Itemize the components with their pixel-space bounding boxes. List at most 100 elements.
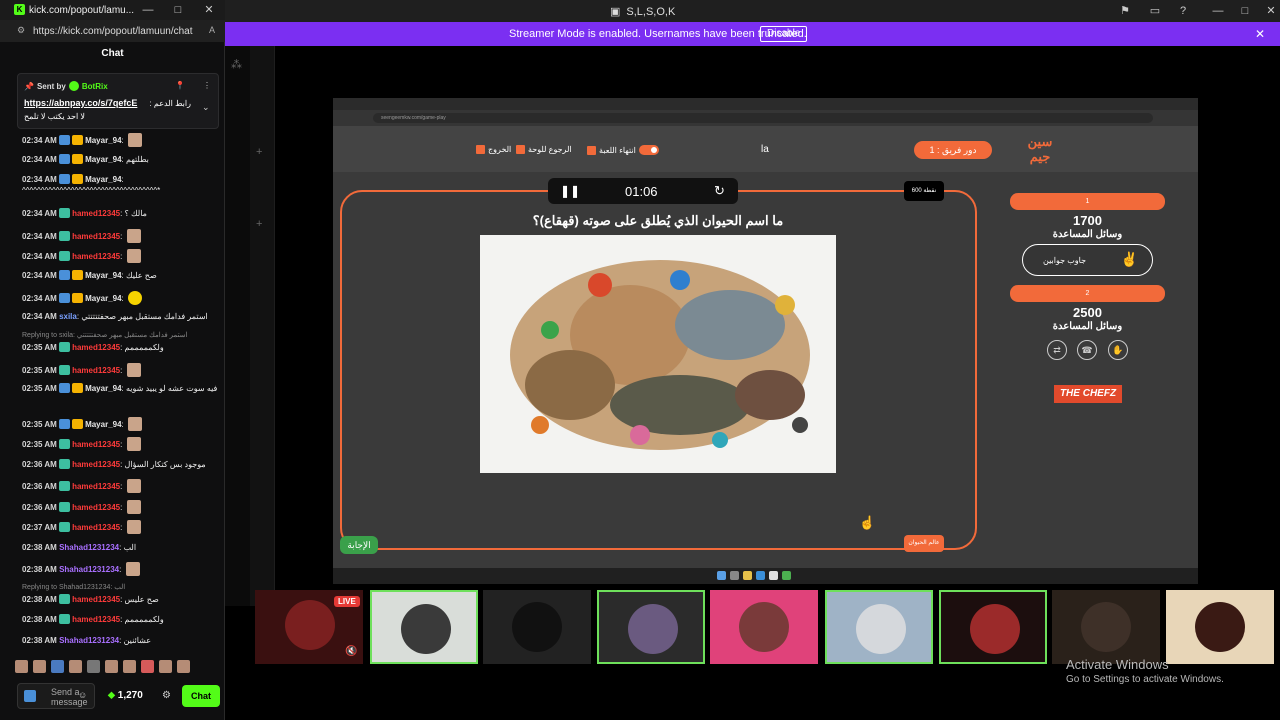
message-username[interactable]: hamed12345 bbox=[72, 366, 120, 375]
participant-tile[interactable] bbox=[939, 590, 1047, 664]
mute-icon[interactable]: 🔇 bbox=[345, 646, 357, 657]
more-icon[interactable]: ⋮ bbox=[203, 81, 211, 90]
expand-icon[interactable]: + bbox=[256, 218, 262, 230]
participant-tile[interactable] bbox=[1052, 590, 1160, 664]
emote-icon[interactable] bbox=[51, 660, 64, 673]
maximize-icon[interactable]: □ bbox=[171, 3, 185, 17]
emote-icon[interactable] bbox=[123, 660, 136, 673]
end-game-label: انتهاء اللعبة bbox=[599, 145, 636, 155]
participant-tile[interactable] bbox=[483, 590, 591, 664]
close-icon[interactable]: ✕ bbox=[1264, 4, 1278, 18]
message-username[interactable]: Shahad1231234 bbox=[59, 543, 119, 552]
emote-icon[interactable] bbox=[159, 660, 172, 673]
message-username[interactable]: hamed12345 bbox=[72, 440, 120, 449]
message-username[interactable]: hamed12345 bbox=[72, 343, 120, 352]
chevron-down-icon[interactable]: ⌄ bbox=[202, 102, 210, 113]
stream-video[interactable]: seengeemkw.com/game-play الخروج الرجوع ل… bbox=[333, 98, 1198, 584]
chat-send-button[interactable]: Chat bbox=[182, 685, 220, 707]
question-text: ما اسم الحيوان الذي يُطلق على صوته (قهقا… bbox=[532, 213, 784, 228]
phone-icon[interactable]: ☎ bbox=[1077, 340, 1097, 360]
translate-icon[interactable]: A bbox=[209, 25, 215, 35]
message-username[interactable]: Mayar_94 bbox=[85, 384, 121, 393]
pinned-link[interactable]: https://abnpay.co/s/7qefcE bbox=[24, 98, 137, 108]
points-badge: 600 نقطة bbox=[904, 181, 944, 201]
emote-icon[interactable] bbox=[177, 660, 190, 673]
message-username[interactable]: sxila bbox=[59, 312, 77, 321]
emote-bar bbox=[15, 660, 215, 676]
back-to-board-button[interactable]: الرجوع للوحة bbox=[516, 145, 572, 154]
message-username[interactable]: hamed12345 bbox=[72, 482, 120, 491]
reset-icon[interactable]: ↻ bbox=[714, 183, 725, 199]
message-username[interactable]: Mayar_94 bbox=[85, 155, 121, 164]
message-username[interactable]: Mayar_94 bbox=[85, 420, 121, 429]
exit-button[interactable]: الخروج bbox=[476, 145, 511, 154]
message-username[interactable]: hamed12345 bbox=[72, 209, 120, 218]
message-username[interactable]: Mayar_94 bbox=[85, 294, 121, 303]
team1-help-label: وسائل المساعدة bbox=[1052, 229, 1123, 240]
participant-tile[interactable] bbox=[825, 590, 933, 664]
emote-icon[interactable] bbox=[69, 660, 82, 673]
cast-icon[interactable]: ▭ bbox=[1148, 4, 1162, 18]
swap-icon[interactable]: ⇄ bbox=[1047, 340, 1067, 360]
disable-button[interactable]: Disable bbox=[760, 26, 808, 42]
message-username[interactable]: hamed12345 bbox=[72, 252, 120, 261]
user-badge-icon bbox=[24, 690, 36, 702]
close-icon[interactable]: ✕ bbox=[202, 3, 216, 17]
settings-icon[interactable]: ⚙ bbox=[162, 690, 171, 701]
maximize-icon[interactable]: □ bbox=[1238, 4, 1252, 18]
flag-icon[interactable]: ⚑ bbox=[1118, 4, 1132, 18]
emote-icon[interactable] bbox=[141, 660, 154, 673]
message-username[interactable]: hamed12345 bbox=[72, 232, 120, 241]
message-text: صح عليك bbox=[126, 271, 157, 280]
reply-reference[interactable]: Replying to Shahad1231234: الب bbox=[22, 583, 125, 591]
bot-name: BotRix bbox=[81, 81, 108, 91]
participant-tile[interactable] bbox=[1166, 590, 1274, 664]
end-game-toggle[interactable] bbox=[638, 145, 659, 155]
emote-icon[interactable] bbox=[33, 660, 46, 673]
reply-reference[interactable]: Replying to sxila: استمر فدامك مستقبل مب… bbox=[22, 331, 188, 339]
tool-icon[interactable]: ⁂ bbox=[231, 58, 242, 71]
window-title-text: S,L,S,O,K bbox=[626, 5, 676, 18]
answer-button[interactable]: الإجابة bbox=[340, 536, 378, 554]
end-game-button[interactable]: انتهاء اللعبة bbox=[587, 145, 659, 155]
message-username[interactable]: hamed12345 bbox=[72, 460, 120, 469]
emoji-icon[interactable]: ☺ bbox=[78, 690, 87, 700]
emote-icon[interactable] bbox=[105, 660, 118, 673]
hand-icon[interactable]: ✋ bbox=[1108, 340, 1128, 360]
user-badge-icon bbox=[58, 419, 70, 429]
chat-url[interactable]: https://kick.com/popout/lamuun/chat bbox=[33, 26, 193, 37]
unpin-icon[interactable]: 📍 bbox=[175, 81, 185, 90]
message-username[interactable]: Mayar_94 bbox=[85, 175, 121, 184]
expand-icon[interactable]: + bbox=[256, 146, 262, 158]
participant-tile[interactable] bbox=[710, 590, 818, 664]
user-badge-icon bbox=[58, 135, 70, 145]
chat-input[interactable]: Send a message ☺ bbox=[17, 683, 95, 709]
chrome-icon bbox=[782, 571, 791, 580]
participant-tile[interactable] bbox=[370, 590, 478, 664]
pause-icon[interactable]: ❚❚ bbox=[560, 184, 580, 198]
message-username[interactable]: Mayar_94 bbox=[85, 271, 121, 280]
channel-points[interactable]: ⬥ 1,270 bbox=[108, 690, 143, 701]
hand-cursor-icon: ☝ bbox=[859, 515, 876, 530]
emote-icon[interactable] bbox=[15, 660, 28, 673]
message-username[interactable]: Shahad1231234 bbox=[59, 565, 119, 574]
lifeline-button[interactable]: جاوب جوابين ✌ bbox=[1022, 244, 1153, 276]
message-username[interactable]: hamed12345 bbox=[72, 615, 120, 624]
chat-url-bar[interactable]: ⚙ https://kick.com/popout/lamuun/chat A bbox=[0, 20, 225, 42]
message-username[interactable]: hamed12345 bbox=[72, 523, 120, 532]
user-badge-icon bbox=[71, 174, 83, 184]
folder-icon bbox=[743, 571, 752, 580]
banner-close-icon[interactable]: ✕ bbox=[1255, 27, 1265, 41]
message-username[interactable]: hamed12345 bbox=[72, 595, 120, 604]
minimize-icon[interactable]: — bbox=[1211, 4, 1225, 18]
participant-tile[interactable] bbox=[597, 590, 705, 664]
site-info-icon[interactable]: ⚙ bbox=[17, 25, 25, 36]
emote-icon[interactable] bbox=[87, 660, 100, 673]
message-username[interactable]: Shahad1231234 bbox=[59, 636, 119, 645]
help-icon[interactable]: ? bbox=[1176, 4, 1190, 18]
emote-icon bbox=[128, 291, 142, 305]
minimize-icon[interactable]: — bbox=[141, 3, 155, 17]
back-to-board-label: الرجوع للوحة bbox=[528, 145, 572, 154]
message-username[interactable]: Mayar_94 bbox=[85, 136, 121, 145]
message-username[interactable]: hamed12345 bbox=[72, 503, 120, 512]
